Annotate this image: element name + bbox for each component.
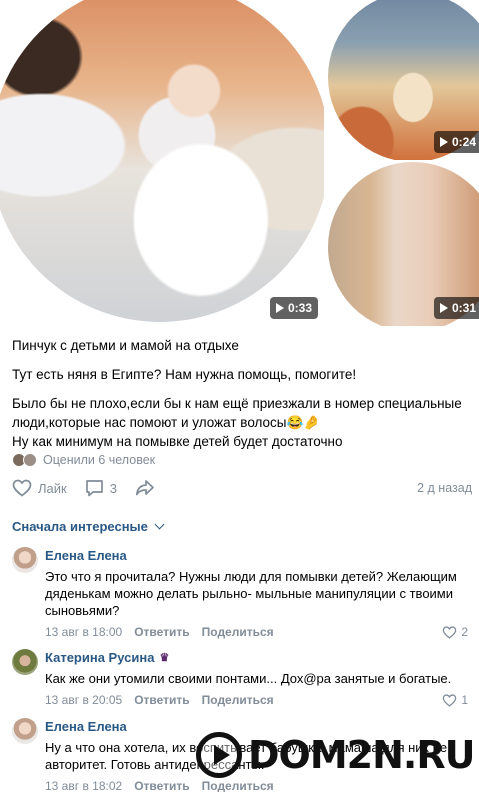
liker-avatars [12, 453, 37, 467]
post-line: Ну как минимум на помывке детей будет до… [12, 434, 343, 449]
liked-by[interactable]: Оценили 6 человек [12, 451, 155, 469]
site-watermark: DOM2N.RU [196, 728, 475, 782]
video-duration: 0:31 [452, 301, 477, 315]
comments-count: 3 [109, 480, 117, 496]
comment-text: Это что я прочитала? Нужны люди для помы… [45, 569, 457, 618]
reply-button[interactable]: Ответить [134, 779, 189, 792]
comment-like-button[interactable]: 2 [442, 625, 468, 639]
post-actions: Лайк 3 2 д назад [12, 477, 472, 499]
comment-like-count: 2 [461, 625, 468, 639]
share-icon [135, 480, 154, 496]
comment-date[interactable]: 13 авг в 20:05 [45, 693, 122, 707]
share-comment-button[interactable]: Поделиться [202, 625, 274, 639]
post-text: Пинчук с детьми и мамой на отдыхе Тут ес… [12, 336, 467, 461]
crown-icon: ♛ [159, 652, 170, 664]
play-logo-icon [196, 732, 242, 778]
comment-meta: 13 авг в 20:05 Ответить Поделиться 1 [45, 692, 474, 708]
comment-text: Как же они утомили своими понтами... Дох… [45, 671, 452, 686]
comments-button[interactable]: 3 [85, 479, 117, 497]
avatar[interactable] [12, 718, 38, 744]
avatar [23, 453, 37, 467]
share-comment-button[interactable]: Поделиться [202, 693, 274, 707]
play-icon [440, 137, 448, 147]
share-button[interactable] [135, 479, 155, 497]
video-frame [0, 0, 324, 322]
comment-author: Катерина Русина [45, 650, 155, 665]
post-date[interactable]: 2 д назад [417, 481, 472, 495]
heart-icon [12, 479, 32, 497]
comment-author-link[interactable]: Катерина Русина ♛ [45, 649, 474, 667]
post-line: Тут есть няня в Египте? Нам нужна помощь… [12, 367, 357, 382]
comment-like-button[interactable]: 1 [442, 693, 468, 707]
video-thumbnail-1[interactable]: 0:24 [326, 0, 479, 160]
post-line: люди,которые нас помоют и уложат волосы😂… [12, 415, 321, 430]
heart-icon [443, 625, 457, 639]
avatar[interactable] [12, 547, 38, 573]
comment-author-link[interactable]: Елена Елена [45, 547, 474, 565]
comment-date[interactable]: 13 авг в 18:02 [45, 779, 122, 792]
like-label: Лайк [38, 480, 67, 496]
reply-button[interactable]: Ответить [134, 693, 189, 707]
video-thumbnail-2[interactable]: 0:31 [326, 162, 479, 326]
video-duration-badge: 0:31 [434, 297, 479, 319]
video-duration-badge: 0:33 [270, 297, 319, 319]
main-video[interactable]: 0:33 [0, 0, 324, 326]
comment-body: Елена Елена Это что я прочитала? Нужны л… [45, 547, 474, 640]
video-duration-badge: 0:24 [434, 131, 479, 153]
post-media: 0:33 0:24 0:31 [0, 0, 479, 326]
comment-author: Елена Елена [45, 548, 127, 563]
play-icon [440, 303, 448, 313]
chevron-down-icon [154, 519, 165, 530]
reply-button[interactable]: Ответить [134, 625, 189, 639]
play-icon [276, 303, 284, 313]
post-title-line: Пинчук с детьми и мамой на отдыхе [12, 338, 239, 353]
sort-label: Сначала интересные [12, 519, 148, 534]
comments-sort-dropdown[interactable]: Сначала интересные [12, 519, 165, 534]
comment-like-count: 1 [461, 693, 468, 707]
comment-body: Катерина Русина ♛ Как же они утомили сво… [45, 649, 474, 708]
post-line: Было бы не плохо,если бы к нам ещё приез… [12, 396, 462, 411]
heart-icon [443, 693, 457, 707]
comment-author: Елена Елена [45, 719, 127, 734]
liked-by-text: Оценили 6 человек [43, 453, 156, 467]
like-button[interactable]: Лайк [12, 479, 67, 497]
video-duration: 0:33 [288, 301, 313, 315]
comment-date[interactable]: 13 авг в 18:00 [45, 625, 122, 639]
watermark-text: DOM2N.RU [248, 733, 475, 777]
comment-meta: 13 авг в 18:00 Ответить Поделиться 2 [45, 624, 474, 640]
avatar[interactable] [12, 649, 38, 675]
video-duration: 0:24 [452, 135, 477, 149]
post-paragraph: Было бы не плохо,если бы к нам ещё приез… [12, 394, 467, 451]
comment-icon [85, 480, 103, 497]
